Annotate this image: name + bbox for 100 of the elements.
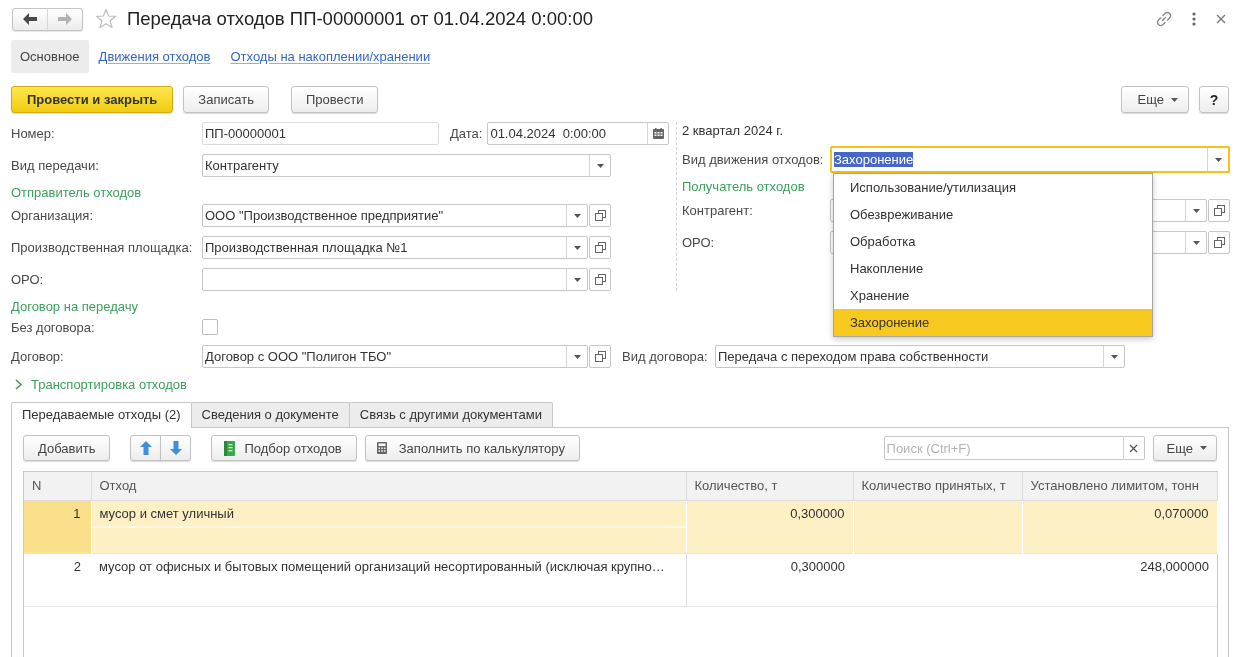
help-button[interactable]: ? — [1199, 86, 1229, 113]
open-window-icon — [594, 242, 606, 253]
dropdown-option[interactable]: Накопление — [834, 255, 1152, 282]
table-cell: 1 — [24, 500, 91, 553]
command-button[interactable]: Записать — [183, 86, 269, 113]
group-title: Получатель отходов — [682, 179, 805, 195]
field-label: ОРО: — [11, 272, 45, 287]
input-field[interactable]: Производственная площадка №1 — [202, 236, 588, 259]
open-button[interactable] — [589, 204, 611, 227]
input-field[interactable]: ООО "Производственное предприятие" — [202, 204, 588, 227]
right-arrow-icon — [58, 13, 72, 25]
field-label: Организация: — [11, 208, 95, 223]
field-label: Вид передачи: — [11, 158, 100, 173]
table-cell: мусор и смет уличный — [91, 500, 686, 553]
caret-icon — [1200, 446, 1207, 450]
field-label: Вид договора: — [622, 349, 709, 364]
caret-icon — [1171, 97, 1178, 102]
open-window-icon — [1213, 237, 1225, 248]
clear-icon — [1129, 443, 1139, 453]
field-label: Контрагент: — [682, 203, 754, 218]
link-icon[interactable] — [1156, 11, 1172, 27]
field-label: Вид движения отходов: — [682, 152, 825, 167]
input-field[interactable]: Контрагенту — [202, 154, 611, 177]
add-button[interactable]: Добавить — [23, 435, 111, 461]
table-cell: 248,000000 — [1022, 553, 1217, 606]
move-down-button[interactable] — [160, 435, 192, 461]
column-header: Количество, т — [686, 472, 853, 500]
post-and-close-button[interactable]: Провести и закрыть — [11, 86, 174, 113]
checkbox[interactable] — [202, 319, 218, 335]
open-button[interactable] — [1208, 231, 1230, 254]
table-cell: 2 — [24, 553, 91, 606]
column-header: Установлено лимитом, тонн — [1022, 472, 1217, 500]
window-title: Передача отходов ПП-00000001 от 01.04.2024 0:00:00 — [127, 8, 593, 30]
down-arrow-icon — [169, 441, 182, 455]
tab[interactable]: Сведения о документе — [190, 402, 350, 427]
search-field[interactable]: Поиск (Ctrl+F) — [883, 436, 1124, 460]
dropdown-option[interactable]: Использование/утилизация — [834, 174, 1152, 201]
field-label: Дата: — [450, 126, 483, 141]
command-button[interactable]: Провести — [290, 86, 379, 113]
open-window-icon — [1213, 205, 1225, 216]
column-header: Количество принятых, т — [853, 472, 1022, 500]
section-link[interactable]: Движения отходов — [88, 40, 221, 73]
input-field[interactable]: ПП-00000001 — [202, 122, 439, 145]
column-header: N — [24, 472, 91, 500]
input-field[interactable] — [202, 268, 588, 291]
clear-button[interactable] — [1122, 436, 1145, 460]
section-link[interactable]: Отходы на накоплении/хранении — [220, 40, 441, 73]
back-button[interactable] — [12, 7, 48, 31]
dropdown-option[interactable]: Хранение — [834, 282, 1152, 309]
field-label: Производственная площадка: — [11, 240, 194, 255]
input-field[interactable]: Договор с ООО "Полигон ТБО" — [202, 345, 588, 368]
table-cell: мусор от офисных и бытовых помещений организаций несортированный (исключая крупно… — [91, 553, 686, 606]
dropdown-option[interactable]: Обезвреживание — [834, 201, 1152, 228]
open-window-icon — [594, 351, 606, 362]
caret-icon — [573, 245, 581, 250]
caret-icon — [573, 277, 581, 282]
caret-icon — [573, 213, 581, 218]
calendar-icon — [652, 128, 664, 139]
open-button[interactable] — [1208, 199, 1230, 222]
star-icon[interactable] — [95, 8, 117, 30]
table-cell: 0,070000 — [1022, 500, 1217, 553]
field-label: Номер: — [11, 126, 56, 141]
open-button[interactable] — [589, 345, 611, 368]
tab[interactable]: Передаваемые отходы (2) — [11, 402, 192, 428]
open-window-icon — [594, 210, 606, 221]
open-button[interactable] — [589, 268, 611, 291]
caret-icon — [1110, 354, 1118, 359]
dropdown-option[interactable]: Захоронение — [834, 309, 1152, 336]
open-window-icon — [594, 274, 606, 285]
more-button[interactable]: Еще — [1152, 435, 1217, 461]
section-tab[interactable]: Основное — [11, 40, 89, 73]
field-label: Договор: — [11, 349, 65, 364]
book-icon — [224, 440, 236, 456]
caret-icon — [1214, 157, 1222, 162]
caret-icon — [573, 354, 581, 359]
up-arrow-icon — [139, 441, 152, 455]
table-cell: 0,300000 — [686, 500, 853, 553]
close-icon[interactable] — [1216, 14, 1226, 24]
input-field[interactable]: 01.04.2024 0:00:00 — [487, 122, 670, 145]
caret-icon — [1192, 240, 1200, 245]
open-button[interactable] — [589, 236, 611, 259]
group-title: Договор на передачу — [11, 299, 138, 315]
pick-button[interactable]: Подбор отходов — [211, 435, 357, 461]
caret-icon — [596, 163, 604, 168]
more-icon[interactable] — [1192, 12, 1196, 26]
input-field[interactable]: Передача с переходом права собственности — [715, 345, 1125, 368]
field-label: ОРО: — [682, 235, 716, 250]
move-up-button[interactable] — [130, 435, 162, 461]
input-field[interactable]: Захоронение — [830, 146, 1230, 173]
table-row[interactable]: 2 мусор от офисных и бытовых помещений организаций несортированный (исключая крупно… 0,300000 248,000000 — [24, 553, 1217, 606]
tab[interactable]: Связь с другими документами — [348, 402, 553, 427]
calculator-icon — [376, 442, 387, 454]
column-header: Отход — [91, 472, 686, 500]
table-cell: 0,300000 — [686, 553, 853, 606]
dropdown-option[interactable]: Обработка — [834, 228, 1152, 255]
more-button[interactable]: Еще — [1120, 86, 1189, 113]
caret-icon — [1192, 208, 1200, 213]
field-label: Без договора: — [11, 319, 96, 335]
fill-button[interactable]: Заполнить по калькулятору — [364, 435, 580, 461]
table-row[interactable]: 1 мусор и смет уличный 0,300000 0,070000 — [24, 500, 1217, 553]
